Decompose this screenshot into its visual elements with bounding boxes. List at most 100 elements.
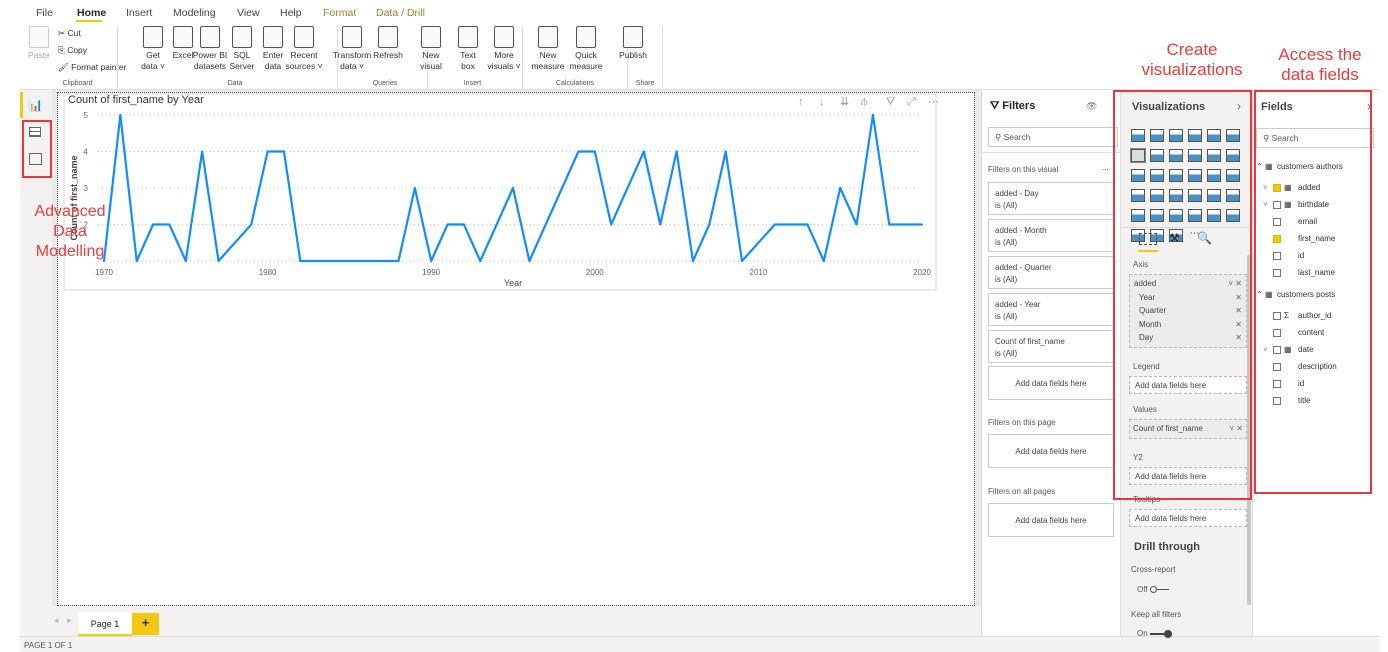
cross-report-toggle[interactable]: Off xyxy=(1137,585,1169,594)
format-painter-icon: 🖌 xyxy=(58,62,69,72)
data-point xyxy=(397,260,400,262)
tooltips-well[interactable]: Add data fields here xyxy=(1129,509,1247,527)
tab-help[interactable]: Help xyxy=(280,7,302,19)
data-point xyxy=(282,150,285,153)
data-point xyxy=(217,260,220,262)
filter-icon: ⛛ xyxy=(886,96,895,108)
filters-pane: ⛛ Filters 👁 ⚲ Search Filters on this vis… xyxy=(981,90,1121,636)
copy-icon: ⎘ xyxy=(58,45,65,55)
filters-search-input[interactable]: ⚲ Search xyxy=(988,127,1118,147)
copy-button[interactable]: ⎘ Copy xyxy=(58,45,87,56)
x-tick-label: 1990 xyxy=(422,268,440,277)
filter-card[interactable]: added - Quarter is (All) xyxy=(988,256,1114,289)
next-page-icon[interactable]: ▸ xyxy=(67,615,72,626)
y-tick-label: 3 xyxy=(84,184,89,193)
tab-file[interactable]: File xyxy=(36,7,53,19)
filter-card[interactable]: Count of first_name is (All) xyxy=(988,330,1114,363)
more-options-icon: ⋯ xyxy=(928,96,939,108)
tab-home[interactable]: Home xyxy=(77,7,106,19)
data-point xyxy=(888,223,891,226)
data-button-recent[interactable]: Recent sources ˅ xyxy=(284,26,324,72)
filter-card[interactable]: added - Month is (All) xyxy=(988,219,1114,252)
data-point xyxy=(610,223,613,226)
data-view-icon[interactable] xyxy=(29,127,41,137)
enter-icon xyxy=(263,26,283,48)
filter-card[interactable]: added - Day is (All) xyxy=(988,182,1114,215)
power-bi-icon xyxy=(200,26,220,48)
x-axis-title: Year xyxy=(504,278,522,288)
keep-filters-label: Keep all filters xyxy=(1131,610,1182,619)
divider xyxy=(982,152,1121,153)
next-level-icon: ⇊ xyxy=(840,96,849,108)
insert-button-text[interactable]: Text box xyxy=(448,26,488,72)
filter-card[interactable]: added - Year is (All) xyxy=(988,293,1114,326)
share-button-publish[interactable]: Publish xyxy=(613,26,653,61)
more-options[interactable]: ... xyxy=(1102,163,1109,172)
group-separator xyxy=(662,26,663,88)
tab-format[interactable]: Format xyxy=(323,7,356,19)
data-point xyxy=(659,223,662,226)
tab-data-drill[interactable]: Data / Drill xyxy=(376,7,425,19)
eye-icon[interactable]: 👁 xyxy=(1086,101,1097,112)
prev-page-icon[interactable]: ◂ xyxy=(54,615,59,626)
model-view-icon[interactable] xyxy=(29,153,42,165)
tab-insert[interactable]: Insert xyxy=(126,7,152,19)
publish-icon xyxy=(623,26,643,48)
data-point xyxy=(593,150,596,153)
data-point xyxy=(790,223,793,226)
fields-highlight-box xyxy=(1254,90,1372,494)
x-tick-label: 2000 xyxy=(586,268,604,277)
drill-up-icon: ↑ xyxy=(798,96,804,108)
x-tick-label: 1970 xyxy=(95,268,113,277)
tab-modeling[interactable]: Modeling xyxy=(173,7,216,19)
add-all-pages-filter-well[interactable]: Add data fields here xyxy=(988,503,1114,537)
data-point xyxy=(871,114,874,116)
chart-title: Count of first_name by Year xyxy=(68,94,204,106)
data-point xyxy=(479,260,482,262)
data-point xyxy=(250,223,253,226)
cut-button[interactable]: ✂ Cut xyxy=(58,28,81,39)
group-separator xyxy=(117,26,118,88)
cut-icon: ✂ xyxy=(58,28,66,38)
quick-icon xyxy=(576,26,596,48)
add-page-filter-well[interactable]: Add data fields here xyxy=(988,434,1114,468)
annotation-create-visualizations: Create visualizations xyxy=(1141,40,1243,79)
report-view-icon[interactable]: 📊 xyxy=(28,98,43,112)
sql-icon xyxy=(232,26,252,48)
transform-icon xyxy=(342,26,362,48)
x-tick-label: 1980 xyxy=(259,268,277,277)
add-visual-filter-well[interactable]: Add data fields here xyxy=(988,366,1114,400)
new-icon xyxy=(421,26,441,48)
data-point xyxy=(152,223,155,226)
calculations-button-new[interactable]: New measure xyxy=(528,26,568,72)
expand-hierarchy-icon: ⫛ xyxy=(861,96,868,108)
insert-button-new[interactable]: New visual xyxy=(411,26,451,72)
insert-button-more[interactable]: More visuals ˅ xyxy=(484,26,524,72)
report-page[interactable]: Count of first_name by Year 2 3 4 5 1970 1980 1… xyxy=(57,92,975,606)
line-chart[interactable]: Count of first_name by Year23451970 1980 1… xyxy=(58,93,974,293)
add-page-button[interactable]: + xyxy=(132,613,159,635)
paste-icon xyxy=(28,26,49,48)
data-point xyxy=(691,260,694,262)
paste-button[interactable]: Paste xyxy=(28,26,50,61)
keep-filters-toggle[interactable]: On xyxy=(1137,629,1172,638)
queries-button-refresh[interactable]: Refresh xyxy=(368,26,408,61)
tab-view[interactable]: View xyxy=(237,7,260,19)
y-tick-label: 5 xyxy=(84,111,89,120)
annotation-access-fields: Access the data fields xyxy=(1278,45,1362,84)
y-tick-label: 4 xyxy=(84,148,89,157)
data-point xyxy=(822,260,825,262)
group-label-queries: Queries xyxy=(372,80,398,87)
annotation-advanced-modelling: Advanced Data Modelling xyxy=(34,203,106,260)
filters-title: ⛛ Filters xyxy=(990,100,1036,112)
page-tab-1[interactable]: Page 1 xyxy=(78,612,132,636)
calculations-button-quick[interactable]: Quick measure xyxy=(566,26,606,72)
data-point xyxy=(119,114,122,116)
group-label-insert: Insert xyxy=(463,80,482,87)
data-point xyxy=(266,150,269,153)
group-label-data: Data xyxy=(227,80,243,87)
group-separator xyxy=(522,26,523,88)
group-label-calculations: Calculations xyxy=(555,80,595,87)
get-icon xyxy=(143,26,163,48)
data-point xyxy=(184,260,187,262)
